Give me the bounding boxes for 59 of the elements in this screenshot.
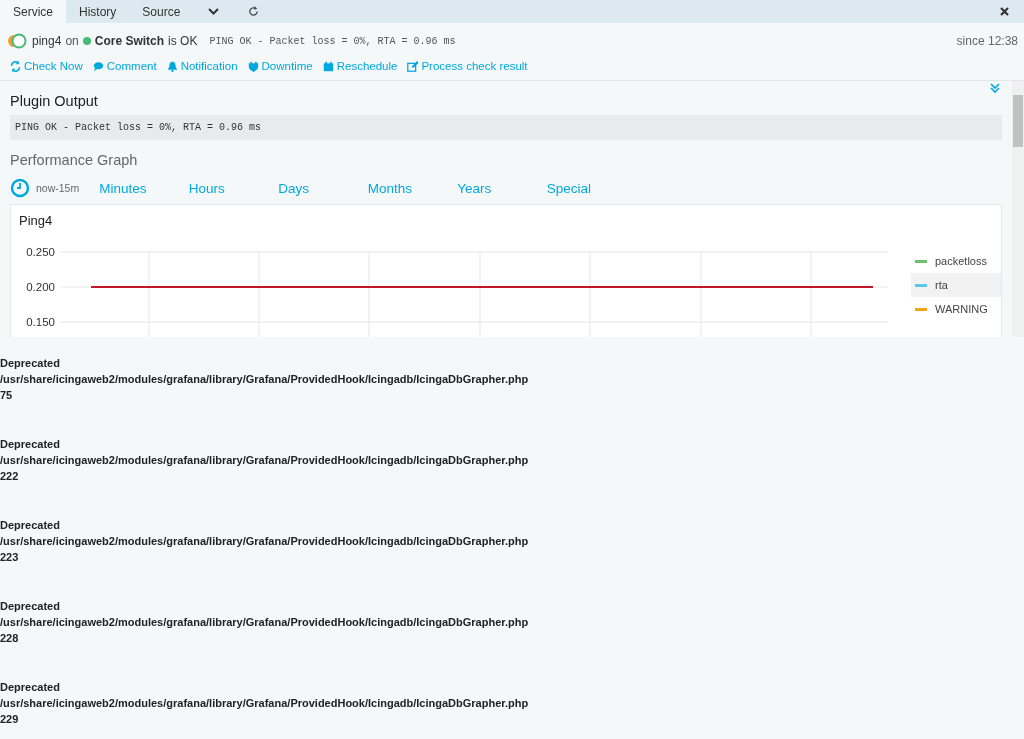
close-icon[interactable] — [999, 7, 1009, 16]
action-link[interactable]: Process check result — [407, 60, 528, 72]
line-number: 222 — [0, 469, 20, 484]
tab[interactable]: History — [66, 0, 130, 23]
host-name[interactable]: Core Switch — [94, 34, 165, 48]
line-number: 75 — [0, 388, 14, 403]
calendar-icon — [322, 60, 334, 72]
action-link[interactable]: Comment — [92, 60, 157, 72]
period-link[interactable]: Special — [546, 180, 637, 196]
action-link[interactable]: Check Now — [10, 60, 83, 72]
period-link[interactable]: Hours — [188, 180, 279, 196]
action-link[interactable]: Notification — [166, 60, 238, 72]
period-link[interactable]: Years — [457, 180, 547, 196]
message-title: Deprecated — [0, 437, 61, 452]
message-title: Deprecated — [0, 518, 61, 533]
chart-title: Ping4 — [19, 213, 54, 228]
section-title: Performance Graph — [10, 152, 139, 168]
y-tick-label: 0.150 — [26, 316, 55, 328]
legend-label[interactable]: packetloss — [935, 255, 987, 267]
legend-label[interactable]: rta — [935, 279, 948, 291]
scrollbar[interactable] — [1012, 81, 1024, 337]
check-output: PING OK - Packet loss = 0%, RTA = 0.96 ms — [209, 35, 456, 47]
section-title: Plugin Output — [10, 93, 99, 109]
file-path: /usr/share/icingaweb2/modules/grafana/library/Grafana/ProvidedHook/Icingadb/IcingaDbGrapher.php — [0, 534, 530, 549]
on-label: on — [65, 34, 79, 48]
time-range: now-15m — [36, 182, 80, 194]
chevron-down-icon[interactable] — [207, 7, 219, 16]
tab[interactable]: Service — [0, 0, 66, 23]
message-title: Deprecated — [0, 680, 61, 695]
service-name[interactable]: ping4 — [32, 34, 62, 48]
state-ring-icon — [6, 33, 28, 49]
file-path: /usr/share/icingaweb2/modules/grafana/library/Grafana/ProvidedHook/Icingadb/IcingaDbGrapher.php — [0, 615, 530, 630]
refresh-icon[interactable] — [247, 6, 259, 17]
state-text: is OK — [168, 34, 198, 48]
line-number: 229 — [0, 712, 20, 727]
period-link[interactable]: Minutes — [99, 180, 189, 196]
action-link[interactable]: Reschedule — [322, 60, 398, 72]
y-tick-label: 0.200 — [26, 281, 55, 293]
tab[interactable]: Source — [129, 0, 194, 23]
refresh-icon — [10, 60, 21, 72]
file-path: /usr/share/icingaweb2/modules/grafana/library/Grafana/ProvidedHook/Icingadb/IcingaDbGrapher.php — [0, 372, 530, 387]
line-number: 228 — [0, 631, 20, 646]
comment-icon — [92, 60, 104, 72]
message-title: Deprecated — [0, 356, 61, 371]
period-link[interactable]: Months — [367, 180, 458, 196]
plugin-output: PING OK - Packet loss = 0%, RTA = 0.96 ms — [10, 115, 1002, 140]
since-time: since 12:38 — [956, 34, 1018, 48]
file-path: /usr/share/icingaweb2/modules/grafana/library/Grafana/ProvidedHook/Icingadb/IcingaDbGrapher.php — [0, 696, 530, 711]
edit-icon — [407, 60, 419, 72]
file-path: /usr/share/icingaweb2/modules/grafana/library/Grafana/ProvidedHook/Icingadb/IcingaDbGrapher.php — [0, 453, 530, 468]
period-link[interactable]: Days — [278, 180, 368, 196]
bell-icon — [166, 60, 178, 72]
clock-icon[interactable] — [10, 178, 30, 198]
collapse-icon[interactable] — [988, 81, 1002, 95]
line-number: 223 — [0, 550, 20, 565]
action-link[interactable]: Downtime — [247, 60, 313, 72]
y-tick-label: 0.250 — [26, 246, 55, 258]
legend-label[interactable]: WARNING — [935, 303, 988, 315]
message-title: Deprecated — [0, 599, 61, 614]
